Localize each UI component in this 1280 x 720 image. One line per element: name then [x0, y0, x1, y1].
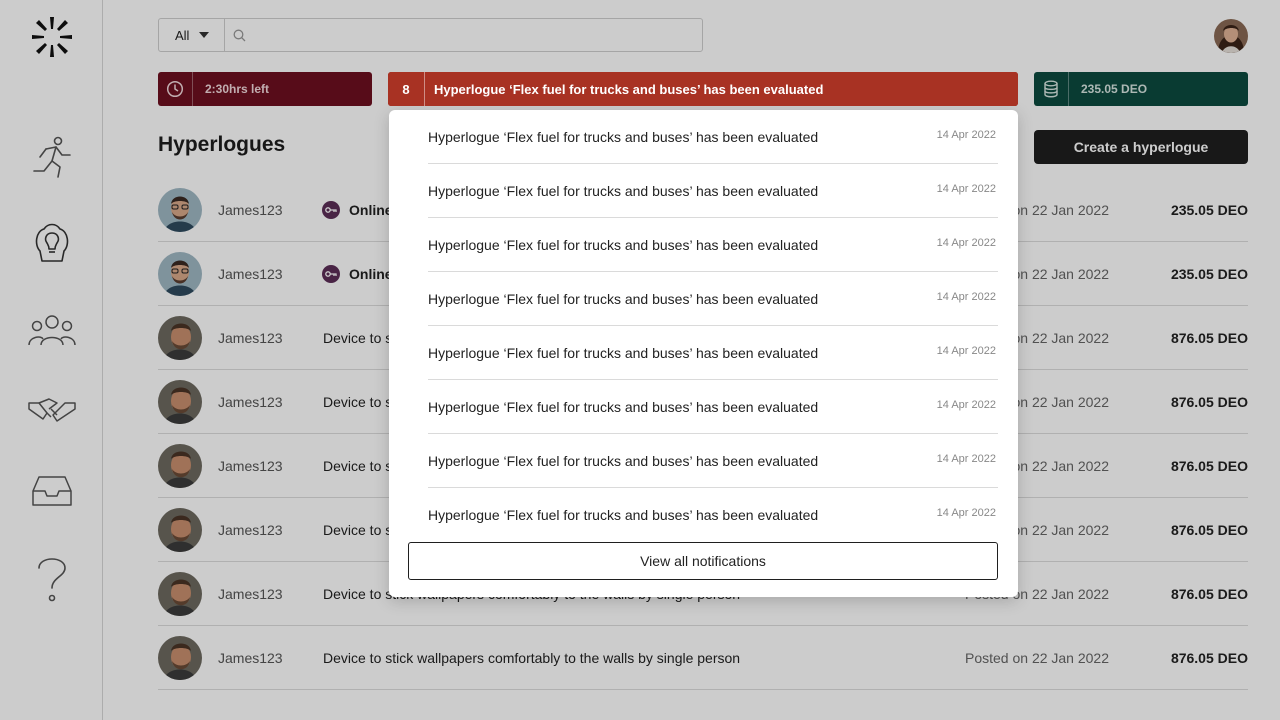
notification-date: 14 Apr 2022	[936, 291, 996, 303]
notification-date: 14 Apr 2022	[936, 129, 996, 141]
notification-item[interactable]: Hyperlogue ‘Flex fuel for trucks and bus…	[428, 380, 998, 434]
notification-item[interactable]: Hyperlogue ‘Flex fuel for trucks and bus…	[428, 110, 998, 164]
notification-date: 14 Apr 2022	[936, 453, 996, 465]
notification-date: 14 Apr 2022	[936, 345, 996, 357]
notification-item[interactable]: Hyperlogue ‘Flex fuel for trucks and bus…	[428, 272, 998, 326]
notification-text: Hyperlogue ‘Flex fuel for trucks and bus…	[428, 291, 819, 307]
notification-text: Hyperlogue ‘Flex fuel for trucks and bus…	[428, 183, 819, 199]
notification-item[interactable]: Hyperlogue ‘Flex fuel for trucks and bus…	[428, 218, 998, 272]
notifications-list: Hyperlogue ‘Flex fuel for trucks and bus…	[428, 110, 998, 542]
notification-text: Hyperlogue ‘Flex fuel for trucks and bus…	[428, 399, 819, 415]
notification-count: 8	[388, 72, 425, 106]
notification-item[interactable]: Hyperlogue ‘Flex fuel for trucks and bus…	[428, 326, 998, 380]
notification-text: Hyperlogue ‘Flex fuel for trucks and bus…	[428, 345, 819, 361]
notification-bar-active[interactable]: 8 Hyperlogue ‘Flex fuel for trucks and b…	[388, 72, 1018, 106]
notification-item[interactable]: Hyperlogue ‘Flex fuel for trucks and bus…	[428, 434, 998, 488]
notification-text: Hyperlogue ‘Flex fuel for trucks and bus…	[428, 237, 819, 253]
notification-item[interactable]: Hyperlogue ‘Flex fuel for trucks and bus…	[428, 488, 998, 542]
notification-bar-text: Hyperlogue ‘Flex fuel for trucks and bus…	[434, 81, 824, 97]
notification-date: 14 Apr 2022	[936, 183, 996, 195]
notification-date: 14 Apr 2022	[936, 507, 996, 519]
notification-item[interactable]: Hyperlogue ‘Flex fuel for trucks and bus…	[428, 164, 998, 218]
notification-text: Hyperlogue ‘Flex fuel for trucks and bus…	[428, 453, 819, 469]
notification-text: Hyperlogue ‘Flex fuel for trucks and bus…	[428, 129, 819, 145]
view-all-notifications-button[interactable]: View all notifications	[408, 542, 998, 580]
notification-date: 14 Apr 2022	[936, 399, 996, 411]
notification-text: Hyperlogue ‘Flex fuel for trucks and bus…	[428, 507, 819, 523]
notification-date: 14 Apr 2022	[936, 237, 996, 249]
notifications-dropdown: Hyperlogue ‘Flex fuel for trucks and bus…	[389, 110, 1018, 597]
